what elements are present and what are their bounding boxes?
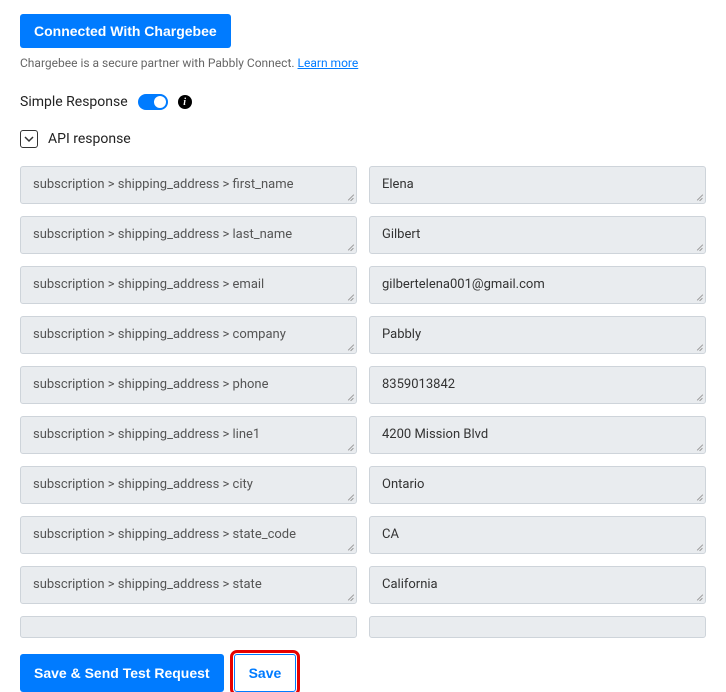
field-row: subscription > shipping_address > first_… (20, 166, 706, 204)
field-row: subscription > shipping_address > email … (20, 266, 706, 304)
resize-handle-icon (695, 543, 703, 551)
simple-response-toggle[interactable] (138, 94, 168, 110)
resize-handle-icon (346, 493, 354, 501)
field-row: subscription > shipping_address > state_… (20, 516, 706, 554)
field-row (20, 616, 706, 638)
partner-note-text: Chargebee is a secure partner with Pabbl… (20, 56, 298, 70)
resize-handle-icon (346, 193, 354, 201)
resize-handle-icon (695, 443, 703, 451)
field-key[interactable]: subscription > shipping_address > state_… (20, 516, 357, 554)
resize-handle-icon (346, 593, 354, 601)
field-key[interactable]: subscription > shipping_address > city (20, 466, 357, 504)
resize-handle-icon (695, 393, 703, 401)
field-key[interactable]: subscription > shipping_address > phone (20, 366, 357, 404)
bottom-actions: Save & Send Test Request Save (20, 654, 706, 692)
field-value[interactable]: 8359013842 (369, 366, 706, 404)
field-value[interactable]: Elena (369, 166, 706, 204)
resize-handle-icon (695, 193, 703, 201)
field-row: subscription > shipping_address > city O… (20, 466, 706, 504)
simple-response-label: Simple Response (20, 94, 128, 110)
resize-handle-icon (695, 493, 703, 501)
field-value[interactable]: 4200 Mission Blvd (369, 416, 706, 454)
api-response-row: API response (20, 130, 706, 148)
field-key[interactable]: subscription > shipping_address > first_… (20, 166, 357, 204)
field-key[interactable]: subscription > shipping_address > last_n… (20, 216, 357, 254)
resize-handle-icon (346, 343, 354, 351)
connected-with-chargebee-button[interactable]: Connected With Chargebee (20, 14, 231, 48)
field-value[interactable]: CA (369, 516, 706, 554)
field-key[interactable] (20, 616, 357, 638)
field-key[interactable]: subscription > shipping_address > state (20, 566, 357, 604)
resize-handle-icon (695, 293, 703, 301)
save-send-test-request-button[interactable]: Save & Send Test Request (20, 654, 224, 692)
field-key[interactable]: subscription > shipping_address > compan… (20, 316, 357, 354)
resize-handle-icon (695, 243, 703, 251)
api-response-fields: subscription > shipping_address > first_… (20, 166, 706, 638)
learn-more-link[interactable]: Learn more (298, 56, 359, 70)
chevron-down-icon (24, 134, 34, 144)
partner-note: Chargebee is a secure partner with Pabbl… (20, 56, 706, 70)
field-key[interactable]: subscription > shipping_address > line1 (20, 416, 357, 454)
field-value[interactable]: Gilbert (369, 216, 706, 254)
field-value[interactable]: California (369, 566, 706, 604)
resize-handle-icon (346, 243, 354, 251)
resize-handle-icon (346, 443, 354, 451)
field-value[interactable]: Ontario (369, 466, 706, 504)
field-row: subscription > shipping_address > last_n… (20, 216, 706, 254)
simple-response-row: Simple Response i (20, 94, 706, 110)
resize-handle-icon (695, 593, 703, 601)
field-row: subscription > shipping_address > phone … (20, 366, 706, 404)
save-button[interactable]: Save (234, 654, 297, 692)
info-icon[interactable]: i (178, 95, 192, 109)
resize-handle-icon (695, 343, 703, 351)
resize-handle-icon (346, 393, 354, 401)
resize-handle-icon (346, 543, 354, 551)
api-response-label: API response (48, 131, 131, 147)
field-row: subscription > shipping_address > state … (20, 566, 706, 604)
field-key[interactable]: subscription > shipping_address > email (20, 266, 357, 304)
field-row: subscription > shipping_address > line1 … (20, 416, 706, 454)
field-row: subscription > shipping_address > compan… (20, 316, 706, 354)
field-value[interactable]: gilbertelena001@gmail.com (369, 266, 706, 304)
field-value[interactable]: Pabbly (369, 316, 706, 354)
resize-handle-icon (346, 293, 354, 301)
field-value[interactable] (369, 616, 706, 638)
api-response-collapse-toggle[interactable] (20, 130, 38, 148)
